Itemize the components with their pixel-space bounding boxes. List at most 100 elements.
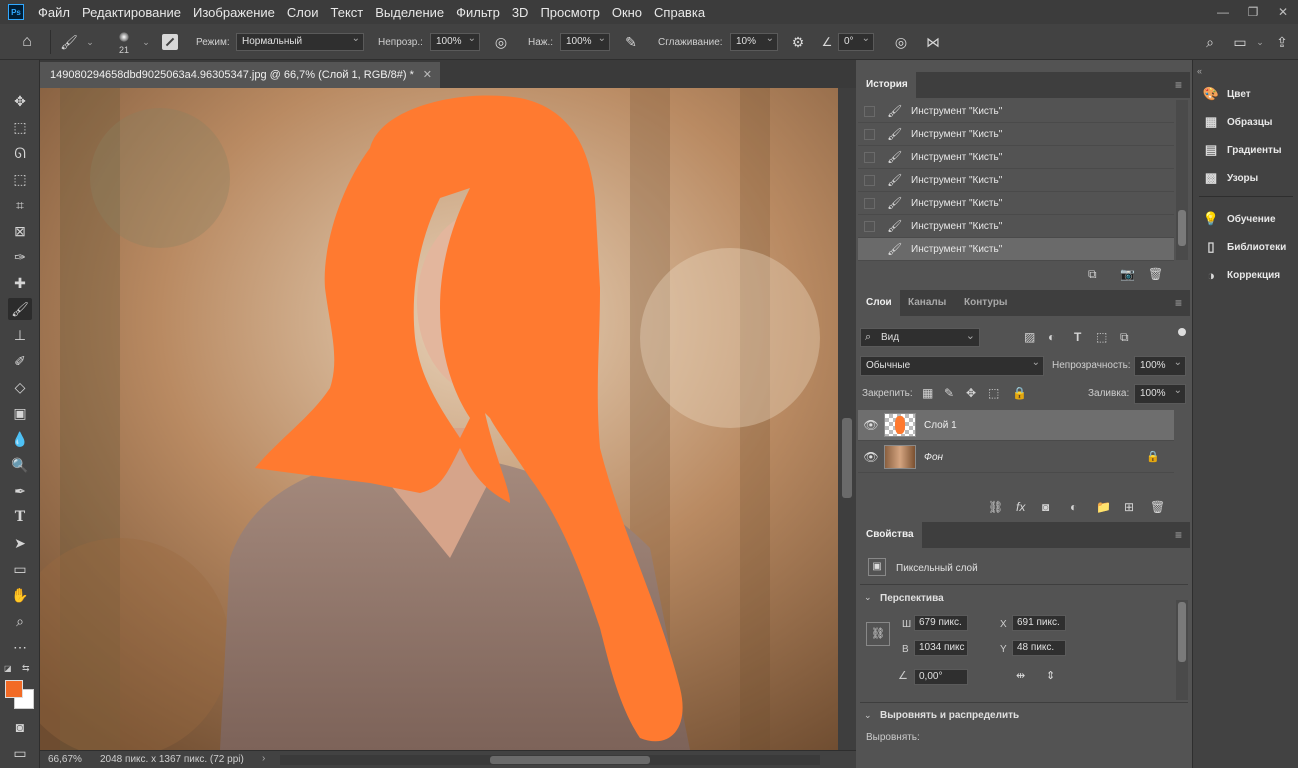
eraser-tool-icon[interactable]: ◇ <box>8 376 32 398</box>
zoom-level[interactable]: 66,67% <box>48 754 82 765</box>
filter-toggle-icon[interactable] <box>1178 328 1186 336</box>
close-tab-icon[interactable]: ✕ <box>423 62 432 88</box>
link-dimensions-icon[interactable]: ⛓ <box>866 622 890 646</box>
opacity-input[interactable]: 100% <box>430 31 480 51</box>
marquee-tool-icon[interactable]: ⬚ <box>8 116 32 138</box>
gradient-tool-icon[interactable]: ▣ <box>8 402 32 424</box>
layer-row-selected[interactable]: 👁 Слой 1 <box>858 410 1174 441</box>
rectangle-tool-icon[interactable]: ▭ <box>8 558 32 580</box>
add-mask-icon[interactable]: ◙ <box>1042 500 1049 514</box>
history-item[interactable]: 🖌 Инструмент "Кисть" <box>858 192 1174 215</box>
vertical-scrollbar[interactable] <box>838 88 856 750</box>
layer-row[interactable]: 👁 Фон 🔒 <box>858 442 1174 473</box>
close-window-button[interactable]: ✕ <box>1268 5 1298 19</box>
scroll-thumb[interactable] <box>490 756 650 764</box>
menu-window[interactable]: Окно <box>606 5 648 20</box>
filter-shape-icon[interactable]: ⬚ <box>1096 330 1107 344</box>
filter-pixel-icon[interactable]: ▨ <box>1024 330 1035 344</box>
symmetry-icon[interactable]: ⋈ <box>922 33 944 51</box>
chevron-down-icon[interactable]: ⌄ <box>864 710 872 721</box>
delete-layer-trash-icon[interactable]: 🗑 <box>1150 500 1165 514</box>
align-section-title[interactable]: Выровнять и распределить <box>880 710 1019 721</box>
clone-stamp-tool-icon[interactable]: ⊥ <box>8 324 32 346</box>
crop-tool-icon[interactable]: ⌗ <box>8 194 32 216</box>
healing-brush-tool-icon[interactable]: ✚ <box>8 272 32 294</box>
move-tool-icon[interactable]: ✥ <box>8 90 32 112</box>
default-colors-icon[interactable]: ◪ <box>4 664 12 673</box>
blur-tool-icon[interactable]: 💧 <box>8 428 32 450</box>
filter-type-icon[interactable]: T <box>1074 330 1081 344</box>
document-tab[interactable]: 149080294658dbd9025063a4.96305347.jpg @ … <box>40 62 440 88</box>
width-input[interactable]: 679 пикс. <box>914 615 968 631</box>
photoshop-logo[interactable]: Ps <box>8 4 24 20</box>
history-item[interactable]: 🖌 Инструмент "Кисть" <box>858 215 1174 238</box>
fill-input[interactable]: 100% <box>1134 382 1186 404</box>
search-icon[interactable]: ⌕ <box>1200 33 1220 51</box>
menu-help[interactable]: Справка <box>648 5 711 20</box>
history-checkbox[interactable] <box>864 105 875 117</box>
screen-mode-icon[interactable]: ▭ <box>8 742 32 764</box>
scroll-thumb[interactable] <box>842 418 852 498</box>
menu-edit[interactable]: Редактирование <box>76 5 187 20</box>
history-item[interactable]: 🖌 Инструмент "Кисть" <box>858 146 1174 169</box>
snapshot-camera-icon[interactable]: 📷 <box>1120 267 1135 281</box>
dock-patterns[interactable]: ▩ Узоры <box>1201 165 1258 191</box>
flip-vertical-icon[interactable]: ⇕ <box>1046 669 1055 682</box>
menu-layers[interactable]: Слои <box>281 5 325 20</box>
pressure-opacity-icon[interactable]: ◎ <box>490 33 512 51</box>
chevron-down-icon[interactable]: ⌄ <box>1254 33 1266 51</box>
layer-name[interactable]: Слой 1 <box>924 420 957 431</box>
tab-paths[interactable]: Контуры <box>956 290 1015 316</box>
airbrush-icon[interactable]: ✎ <box>620 33 642 51</box>
lock-transparency-icon[interactable]: ▦ <box>922 386 933 400</box>
document-canvas[interactable] <box>40 88 838 750</box>
pen-tool-icon[interactable]: ✒ <box>8 480 32 502</box>
dock-gradients[interactable]: ▤ Градиенты <box>1201 137 1282 163</box>
home-icon[interactable]: ⌂ <box>16 33 38 51</box>
lock-artboard-icon[interactable]: ⬚ <box>988 386 999 400</box>
restore-button[interactable]: ❐ <box>1238 5 1268 19</box>
properties-scrollbar[interactable] <box>1176 600 1188 700</box>
history-item[interactable]: 🖌 Инструмент "Кисть" <box>858 100 1174 123</box>
angle-input[interactable]: 0° <box>838 31 874 51</box>
more-tools-icon[interactable]: ⋯ <box>8 636 32 658</box>
mode-dropdown[interactable]: Нормальный <box>236 31 364 51</box>
zoom-tool-icon[interactable]: ⌕ <box>8 610 32 632</box>
menu-file[interactable]: Файл <box>32 5 76 20</box>
layer-name[interactable]: Фон <box>924 452 943 463</box>
rotation-input[interactable]: 0,00° <box>914 669 968 685</box>
pressure-size-icon[interactable]: ◎ <box>890 33 912 51</box>
history-checkbox[interactable] <box>864 220 875 232</box>
brush-size-picker[interactable]: 21 <box>110 30 138 58</box>
path-select-tool-icon[interactable]: ➤ <box>8 532 32 554</box>
visibility-eye-icon[interactable]: 👁 <box>858 418 884 432</box>
frame-tool-icon[interactable]: ⊠ <box>8 220 32 242</box>
type-tool-icon[interactable]: T <box>8 506 32 528</box>
visibility-eye-icon[interactable]: 👁 <box>858 450 884 464</box>
chevron-down-icon[interactable]: ⌄ <box>864 592 872 603</box>
lock-all-icon[interactable]: 🔒 <box>1012 386 1027 400</box>
chevron-down-icon[interactable]: ⌄ <box>140 33 152 51</box>
scroll-thumb[interactable] <box>1178 602 1186 662</box>
tab-channels[interactable]: Каналы <box>900 290 954 316</box>
adjustment-layer-icon[interactable]: ◐ <box>1070 500 1077 514</box>
tab-layers[interactable]: Слои <box>858 290 900 316</box>
menu-text[interactable]: Текст <box>325 5 370 20</box>
layer-opacity-input[interactable]: 100% <box>1134 354 1186 376</box>
history-checkbox[interactable] <box>864 243 875 255</box>
history-checkbox[interactable] <box>864 151 875 163</box>
panel-menu-icon[interactable]: ≡ <box>1175 72 1182 98</box>
new-layer-icon[interactable]: ⊞ <box>1124 500 1134 514</box>
dock-color[interactable]: 🎨 Цвет <box>1201 81 1251 107</box>
link-layers-icon[interactable]: ⛓ <box>988 500 1003 514</box>
height-input[interactable]: 1034 пикс <box>914 640 968 656</box>
dock-adjustments[interactable]: ◑ Коррекция <box>1201 262 1280 288</box>
menu-filter[interactable]: Фильтр <box>450 5 506 20</box>
scroll-thumb[interactable] <box>1178 210 1186 246</box>
dock-swatches[interactable]: ▦ Образцы <box>1201 109 1273 135</box>
quick-mask-icon[interactable]: ◙ <box>8 716 32 738</box>
history-brush-tool-icon[interactable]: ✐ <box>8 350 32 372</box>
menu-3d[interactable]: 3D <box>506 5 535 20</box>
lock-pixels-icon[interactable]: ✎ <box>944 386 954 400</box>
new-doc-from-state-icon[interactable]: ⧉ <box>1088 267 1097 282</box>
